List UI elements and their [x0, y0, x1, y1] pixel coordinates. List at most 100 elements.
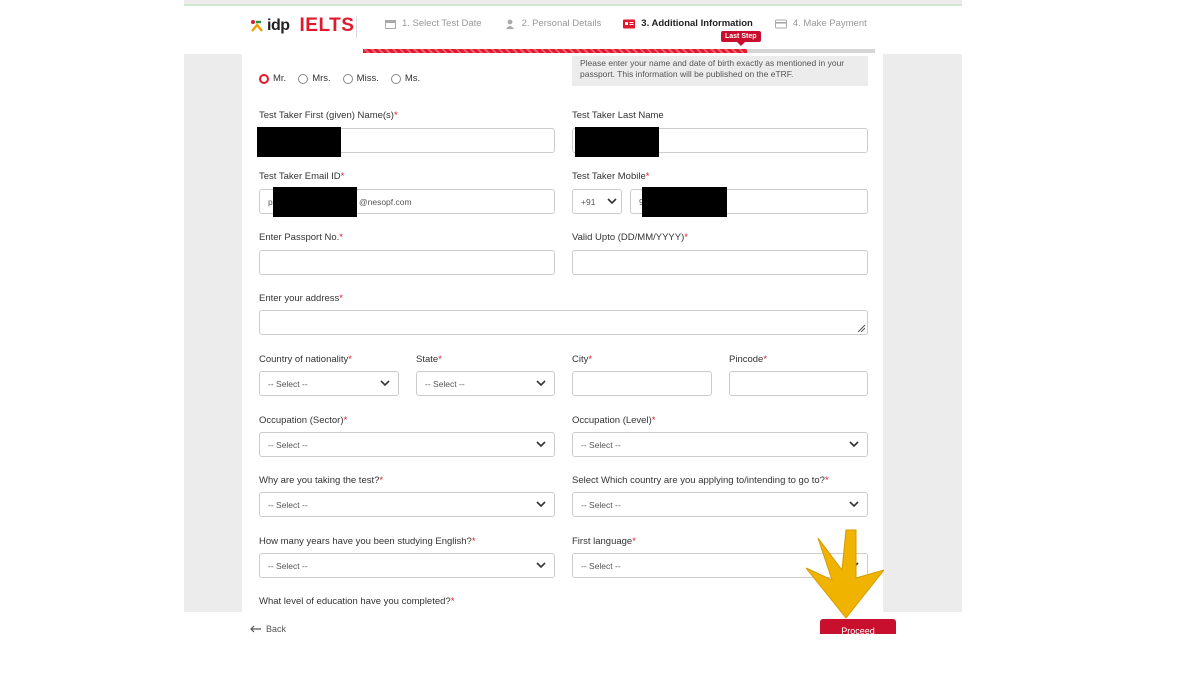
step-personal-details: 2. Personal Details [504, 18, 601, 29]
valid-upto-input[interactable] [572, 250, 868, 275]
radio-mrs[interactable]: Mrs. [298, 73, 331, 84]
required-mark: * [339, 293, 343, 304]
redaction-box [257, 127, 341, 157]
radio-label: Miss. [356, 73, 379, 84]
select-value: -- Select -- [581, 439, 621, 450]
step-label: 1. Select Test Date [402, 18, 482, 29]
radio-label: Mrs. [312, 73, 331, 84]
back-link[interactable]: Back [250, 624, 286, 634]
chevron-down-icon [607, 196, 617, 206]
select-value: -- Select -- [581, 499, 621, 510]
label-text: Pincode [729, 354, 764, 365]
radio-icon[interactable] [342, 73, 353, 84]
redaction-box [575, 127, 659, 157]
destination-country-select[interactable]: -- Select -- [572, 492, 868, 517]
id-card-icon [623, 19, 636, 29]
chevron-down-icon [536, 378, 546, 388]
required-mark: * [684, 232, 688, 243]
occupation-level-select[interactable]: -- Select -- [572, 432, 868, 457]
radio-icon[interactable] [298, 73, 309, 84]
why-test-label: Why are you taking the test?* [259, 475, 383, 486]
label-text: Occupation (Sector) [259, 415, 344, 426]
label-text: First language [572, 536, 633, 547]
step-label: 4. Make Payment [792, 18, 867, 29]
radio-selected-icon[interactable] [259, 73, 269, 84]
years-english-select[interactable]: -- Select -- [259, 553, 555, 578]
redaction-box [642, 187, 727, 217]
label-text: Enter your address [259, 293, 340, 304]
last-step-badge: Last Step [721, 31, 761, 46]
city-input[interactable] [572, 371, 712, 396]
required-mark: * [632, 536, 636, 547]
mobile-label: Test Taker Mobile* [572, 171, 649, 182]
last-name-label: Test Taker Last Name [572, 110, 664, 121]
years-english-label: How many years have you been studying En… [259, 536, 476, 547]
pincode-input[interactable] [729, 371, 868, 396]
required-mark: * [379, 475, 384, 486]
annotation-arrow-icon [806, 529, 884, 619]
state-select[interactable]: -- Select -- [416, 371, 555, 396]
select-value: -- Select -- [268, 560, 308, 571]
step-make-payment: 4. Make Payment [774, 18, 867, 29]
required-mark: * [471, 536, 476, 547]
email-suffix: @nesopf.com [359, 196, 412, 207]
pincode-label: Pincode* [729, 354, 767, 365]
idp-logo-icon [250, 19, 264, 33]
address-textarea[interactable] [259, 310, 868, 335]
state-label: State* [416, 354, 442, 365]
resize-handle-icon[interactable] [857, 324, 866, 333]
radio-icon[interactable] [390, 73, 401, 84]
radio-ms[interactable]: Ms. [390, 73, 420, 84]
card-icon [774, 19, 787, 29]
radio-label: Mr. [273, 73, 287, 84]
chevron-down-icon [849, 499, 859, 509]
chevron-down-icon [536, 439, 546, 449]
label-text: Occupation (Level) [572, 415, 652, 426]
required-mark: * [824, 475, 829, 486]
progress-bar [363, 49, 875, 53]
passport-input[interactable] [259, 250, 555, 275]
logo-idp-text: idp [267, 17, 290, 34]
label-text: City [572, 354, 589, 365]
required-mark: * [588, 354, 593, 365]
proceed-button[interactable]: Proceed [820, 619, 896, 634]
first-name-label: Test Taker First (given) Name(s)* [259, 110, 398, 121]
label-text: Select Which country are you applying to… [572, 475, 825, 486]
logo[interactable]: idp IELTS [250, 14, 354, 38]
address-label: Enter your address* [259, 293, 343, 304]
radio-mr[interactable]: Mr. [259, 73, 286, 84]
back-label: Back [266, 624, 287, 634]
select-value: -- Select -- [268, 378, 308, 389]
required-mark: * [645, 171, 650, 182]
calendar-icon [384, 19, 396, 29]
radio-miss[interactable]: Miss. [342, 73, 379, 84]
label-text: Valid Upto (DD/MM/YYYY) [572, 232, 685, 243]
occupation-sector-select[interactable]: -- Select -- [259, 432, 555, 457]
valid-upto-label: Valid Upto (DD/MM/YYYY)* [572, 232, 688, 243]
passport-label: Enter Passport No.* [259, 232, 343, 243]
city-label: City* [572, 354, 592, 365]
required-mark: * [438, 354, 442, 365]
label-text: Test Taker Email ID [259, 171, 341, 182]
logo-ielts-text: IELTS [299, 15, 355, 36]
country-code-value: +91 [581, 196, 596, 207]
header: idp IELTS 1. Select Test Date 2. Persona… [184, 6, 962, 54]
label-text: Country of nationality [259, 354, 349, 365]
country-code-select[interactable]: +91 [572, 189, 622, 214]
arrow-left-icon [250, 625, 261, 633]
select-value: -- Select -- [425, 378, 465, 389]
nationality-select[interactable]: -- Select -- [259, 371, 399, 396]
required-mark: * [763, 354, 768, 365]
step-additional-information: 3. Additional Information [623, 18, 753, 29]
required-mark: * [340, 171, 345, 182]
step-select-test-date: 1. Select Test Date [384, 18, 482, 29]
chevron-down-icon [380, 378, 390, 388]
why-test-select[interactable]: -- Select -- [259, 492, 555, 517]
required-mark: * [343, 415, 348, 426]
title-radio-group: Mr. Mrs. Miss. Ms. [259, 73, 432, 84]
required-mark: * [651, 415, 656, 426]
nationality-label: Country of nationality* [259, 354, 352, 365]
occupation-level-label: Occupation (Level)* [572, 415, 655, 426]
email-label: Test Taker Email ID* [259, 171, 344, 182]
label-text: What level of education have you complet… [259, 596, 451, 607]
